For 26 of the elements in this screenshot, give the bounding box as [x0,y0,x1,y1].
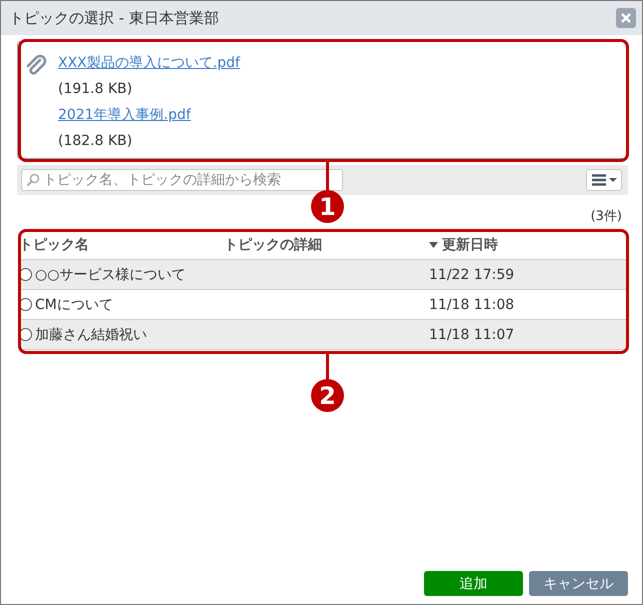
list-menu-button[interactable] [586,169,622,191]
topic-name: 加藤さん結婚祝い [35,326,147,344]
search-icon [26,173,40,187]
topic-name: ○○サービス様について [35,266,186,284]
file-link[interactable]: XXX製品の導入について.pdf [58,50,240,76]
file-size: (182.8 KB) [58,132,132,151]
topic-name: CMについて [35,296,113,314]
file-size: (191.8 KB) [58,80,132,99]
column-header[interactable]: トピック名 [19,236,89,254]
updated-time: 11/18 11:08 [429,296,514,312]
callout-number: 2 [311,379,344,412]
callout-number: 1 [311,190,344,223]
menu-icon [590,173,618,187]
updated-time: 11/18 11:07 [429,326,514,342]
leader-line [326,162,329,192]
window-title: トピックの選択 - 東日本営業部 [9,8,219,28]
column-label: 更新日時 [442,236,498,254]
file-link[interactable]: 2021年導入事例.pdf [58,102,191,128]
updated-time: 11/22 17:59 [429,266,514,282]
column-header[interactable]: トピックの詳細 [224,236,322,254]
leader-line [326,354,329,380]
search-field[interactable]: トピック名、トピックの詳細から検索 [21,169,343,191]
cancel-button[interactable]: キャンセル [529,571,628,596]
close-icon [621,13,631,23]
result-count: (3件) [590,208,623,225]
add-button[interactable]: 追加 [424,571,523,596]
